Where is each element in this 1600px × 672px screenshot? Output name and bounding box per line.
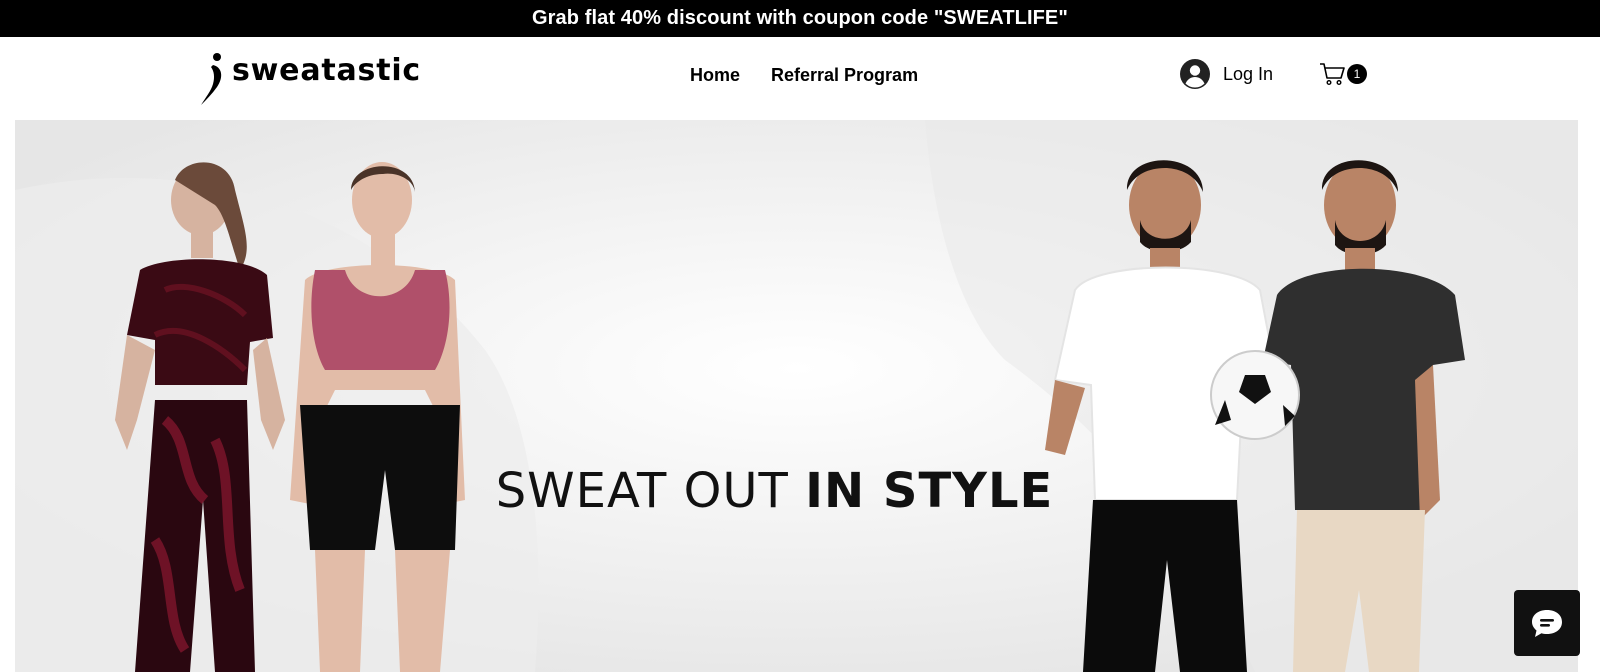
- chat-bubble-icon: [1532, 610, 1562, 637]
- announcement-text: Grab flat 40% discount with coupon code …: [532, 7, 1068, 29]
- chat-button[interactable]: [1514, 590, 1580, 656]
- announcement-bar: Grab flat 40% discount with coupon code …: [0, 0, 1600, 37]
- cart-button[interactable]: 1: [1319, 62, 1367, 86]
- shopping-cart-icon: [1320, 63, 1345, 86]
- hero-heading-bold: IN STYLE: [805, 463, 1054, 519]
- nav-item-home[interactable]: Home: [690, 65, 740, 86]
- hero-background-image: [15, 120, 1578, 672]
- user-avatar-icon: [1180, 59, 1210, 89]
- hero-heading-light: SWEAT OUT: [495, 463, 806, 519]
- main-nav: Home Referral Program: [690, 65, 918, 86]
- login-label: Log In: [1223, 63, 1274, 84]
- login-button[interactable]: Log In: [1180, 59, 1273, 89]
- sweatastic-logo-icon: [201, 53, 222, 105]
- hero-heading: SWEAT OUT IN STYLE: [15, 463, 1534, 519]
- hero-banner[interactable]: SWEAT OUT IN STYLE: [15, 120, 1578, 672]
- site-header: sweatastic Home Referral Program Log In …: [0, 37, 1600, 120]
- cart-count-badge: 1: [1347, 64, 1367, 84]
- logo-wordmark: sweatastic: [232, 53, 422, 88]
- nav-item-referral-program[interactable]: Referral Program: [771, 65, 918, 86]
- site-logo[interactable]: sweatastic: [200, 51, 421, 107]
